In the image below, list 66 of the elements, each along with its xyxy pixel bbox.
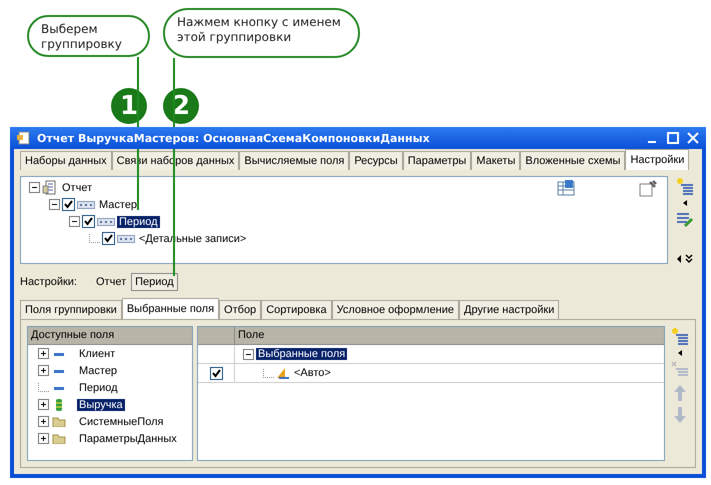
list-item[interactable]: ПараметрыДанных: [77, 432, 179, 444]
settings-button[interactable]: Отчет: [93, 274, 130, 290]
grouping-icon: [77, 200, 95, 208]
expand-icon[interactable]: [676, 254, 694, 264]
tab[interactable]: Сортировка: [261, 300, 332, 319]
list-item[interactable]: Клиент: [77, 348, 118, 360]
tab[interactable]: Выбранные поля: [122, 298, 220, 319]
expand-icon[interactable]: [38, 348, 49, 359]
checkbox[interactable]: [102, 232, 115, 245]
folder-icon: [52, 416, 66, 426]
column-header: Доступные поля: [28, 327, 192, 345]
tab[interactable]: Отбор: [219, 300, 262, 319]
table-icon[interactable]: [557, 179, 575, 197]
add-field-icon[interactable]: [670, 326, 690, 346]
callout-bubble: Нажмем кнопку с именем этой группировки: [163, 8, 360, 58]
grouping-icon: [97, 218, 115, 226]
collapse-icon[interactable]: [243, 348, 254, 360]
tab[interactable]: Наборы данных: [20, 151, 112, 170]
add-grouping-icon[interactable]: [675, 176, 695, 196]
tab[interactable]: Вычисляемые поля: [239, 151, 350, 170]
expand-icon[interactable]: [38, 365, 49, 376]
tab[interactable]: Поля группировки: [20, 300, 122, 319]
maximize-icon[interactable]: [666, 131, 680, 145]
table-cell[interactable]: <Авто>: [292, 367, 333, 379]
grouping-icon: [117, 234, 135, 242]
checkbox[interactable]: [82, 215, 95, 228]
column-header: Поле: [235, 327, 664, 345]
tree-item[interactable]: Отчет: [60, 182, 94, 194]
list-item[interactable]: Период: [77, 382, 120, 394]
window-title: Отчет ВыручкаМастеров: ОсновнаяСхемаКомпоновкиДанных: [37, 132, 431, 144]
tab[interactable]: Ресурсы: [349, 151, 403, 170]
collapse-icon[interactable]: [29, 182, 40, 193]
step-number-badge: 1: [111, 88, 147, 124]
report-icon: [42, 180, 58, 196]
collapse-icon[interactable]: [69, 216, 80, 227]
tab[interactable]: Макеты: [471, 151, 520, 170]
checkbox[interactable]: [210, 366, 222, 380]
tab[interactable]: Вложенные схемы: [520, 151, 626, 170]
tree-connector: [89, 234, 100, 243]
expand-icon[interactable]: [38, 399, 49, 410]
table-cell[interactable]: Выбранные поля: [256, 348, 348, 360]
list-item[interactable]: Выручка: [77, 398, 125, 410]
column-header: [198, 327, 235, 345]
tree-item[interactable]: Мастер: [97, 198, 140, 210]
tab[interactable]: Параметры: [402, 151, 472, 170]
caret-icon[interactable]: [677, 350, 683, 356]
callout-bubble: Выберем группировку: [27, 15, 150, 57]
tab[interactable]: Другие настройки: [459, 300, 560, 319]
list-item[interactable]: СистемныеПоля: [77, 416, 166, 428]
edit-grouping-icon[interactable]: [675, 210, 695, 230]
checkbox[interactable]: [62, 198, 75, 211]
auto-field-icon: [276, 367, 290, 379]
close-icon[interactable]: [686, 131, 700, 145]
report-icon: [16, 130, 32, 146]
folder-icon: [52, 434, 66, 444]
tree-item[interactable]: Период: [117, 216, 160, 228]
expand-icon[interactable]: [38, 416, 49, 427]
settings-button[interactable]: Период: [131, 273, 178, 291]
list-item[interactable]: Мастер: [77, 364, 120, 376]
tree-connector: [263, 368, 274, 378]
caret-icon[interactable]: [682, 200, 688, 206]
tab[interactable]: Условное оформление: [332, 300, 460, 319]
collapse-icon[interactable]: [49, 199, 60, 210]
settings-label: Настройки:: [20, 276, 77, 288]
expand-icon[interactable]: [38, 433, 49, 444]
tab[interactable]: Настройки: [625, 149, 690, 170]
